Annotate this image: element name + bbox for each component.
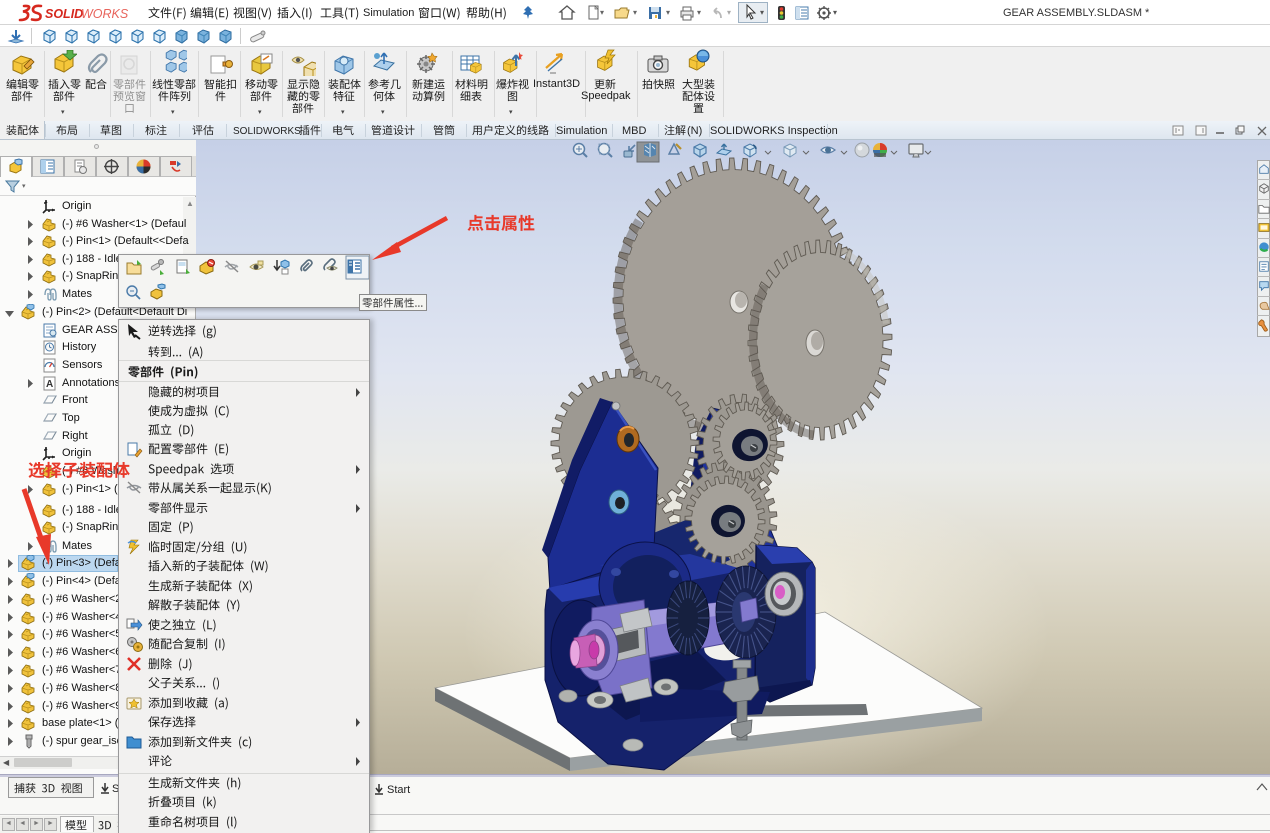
svg-text:WORKS: WORKS [81, 7, 129, 21]
svg-text:A: A [46, 379, 53, 390]
svg-text:SOLID: SOLID [45, 7, 83, 21]
